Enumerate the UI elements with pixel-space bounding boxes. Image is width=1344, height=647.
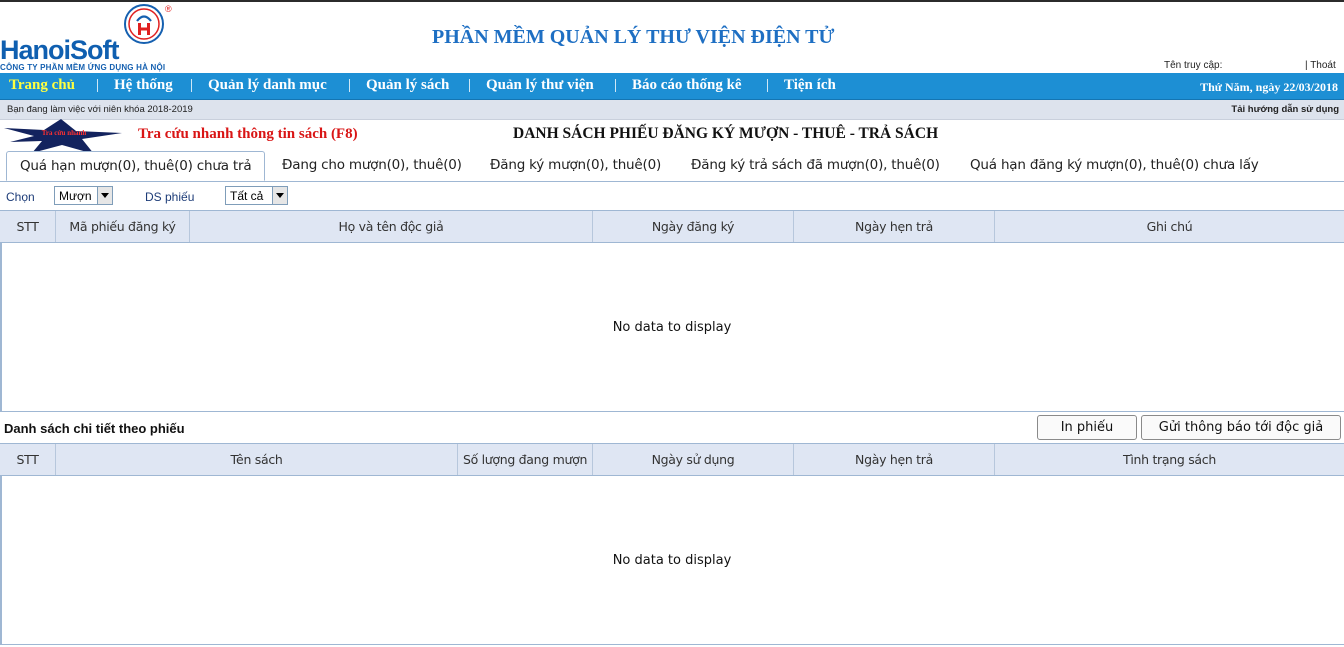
current-date: Thứ Năm, ngày 22/03/2018 <box>1200 80 1338 94</box>
detail-grid-header: STT Tên sách Số lượng đang mượn Ngày sử … <box>0 444 1344 476</box>
ds-label: DS phiếu <box>145 190 195 204</box>
tab-return-registered[interactable]: Đăng ký trả sách đã mượn(0), thuê(0) <box>691 151 940 180</box>
company-subtitle: CÔNG TY PHẦN MỀM ỨNG DỤNG HÀ NỘI <box>0 63 166 72</box>
empty-message: No data to display <box>612 320 732 335</box>
ds-dropdown-value: Tất cả <box>230 189 264 203</box>
menu-separator: | <box>190 77 194 93</box>
choose-dropdown-value: Mượn <box>59 189 92 203</box>
logout-link[interactable]: | Thoát <box>1305 60 1336 71</box>
quick-search-link[interactable]: Tra cứu nhanh thông tin sách (F8) <box>138 126 358 143</box>
ds-dropdown[interactable]: Tất cả <box>225 186 288 205</box>
registered-mark: ® <box>165 4 172 14</box>
main-menubar: Trang chủ | Hệ thống | Quản lý danh mục … <box>0 73 1344 100</box>
page-title: DANH SÁCH PHIẾU ĐĂNG KÝ MƯỢN - THUÊ - TR… <box>513 125 939 142</box>
col-ticket-code[interactable]: Mã phiếu đăng ký <box>56 211 190 242</box>
col-stt[interactable]: STT <box>0 211 56 242</box>
col-due-date[interactable]: Ngày hẹn trả <box>794 211 995 242</box>
empty-message: No data to display <box>612 553 732 568</box>
col-stt[interactable]: STT <box>0 444 56 475</box>
menu-separator: | <box>468 77 472 93</box>
col-notes[interactable]: Ghi chú <box>995 211 1344 242</box>
info-bar: Bạn đang làm việc với niên khóa 2018-201… <box>0 100 1344 120</box>
choose-label: Chọn <box>6 190 35 204</box>
tab-overdue-not-picked[interactable]: Quá hạn đăng ký mượn(0), thuê(0) chưa lấ… <box>970 151 1259 180</box>
tab-strip: Quá hạn mượn(0), thuê(0) chưa trả Đang c… <box>0 151 1344 182</box>
menu-separator: | <box>96 77 100 93</box>
logo-emblem-icon <box>124 4 164 44</box>
tab-lending[interactable]: Đang cho mượn(0), thuê(0) <box>282 151 462 180</box>
tab-overdue[interactable]: Quá hạn mượn(0), thuê(0) chưa trả <box>6 151 266 181</box>
choose-dropdown[interactable]: Mượn <box>54 186 113 205</box>
menu-item-system[interactable]: Hệ thống <box>114 77 173 94</box>
menu-item-reports[interactable]: Báo cáo thống kê <box>632 77 742 94</box>
menu-item-library[interactable]: Quản lý thư viện <box>486 77 594 94</box>
quick-badge-text: Tra cứu nhanh <box>42 129 87 137</box>
registration-grid: STT Mã phiếu đăng ký Họ và tên độc giả N… <box>0 210 1344 412</box>
quick-search-badge-icon[interactable]: Tra cứu nhanh <box>4 119 124 155</box>
chevron-down-icon[interactable] <box>272 187 287 204</box>
top-border <box>0 0 1344 2</box>
col-due-date[interactable]: Ngày hẹn trả <box>794 444 995 475</box>
menu-item-utilities[interactable]: Tiện ích <box>784 77 836 94</box>
detail-grid: STT Tên sách Số lượng đang mượn Ngày sử … <box>0 443 1344 645</box>
app-title: PHẦN MỀM QUẢN LÝ THƯ VIỆN ĐIỆN TỬ <box>432 26 835 48</box>
access-label: Tên truy cập: <box>1164 60 1223 71</box>
download-guide-link[interactable]: Tải hướng dẫn sử dụng <box>1231 104 1339 115</box>
registration-grid-header: STT Mã phiếu đăng ký Họ và tên độc giả N… <box>0 211 1344 243</box>
col-borrow-quantity[interactable]: Số lượng đang mượn <box>458 444 593 475</box>
menu-separator: | <box>766 77 770 93</box>
chevron-down-icon[interactable] <box>97 187 112 204</box>
hanoisoft-logo[interactable]: ® HanoiSoft CÔNG TY PHẦN MỀM ỨNG DỤNG HÀ… <box>0 4 180 72</box>
col-use-date[interactable]: Ngày sử dụng <box>593 444 794 475</box>
col-reader-name[interactable]: Họ và tên độc giả <box>190 211 593 242</box>
col-register-date[interactable]: Ngày đăng ký <box>593 211 794 242</box>
menu-item-books[interactable]: Quản lý sách <box>366 77 449 94</box>
logo-wordmark: HanoiSoft <box>0 35 120 65</box>
menu-separator: | <box>348 77 352 93</box>
menu-separator: | <box>614 77 618 93</box>
menu-item-catalog[interactable]: Quản lý danh mục <box>208 77 327 94</box>
notify-reader-button[interactable]: Gửi thông báo tới độc giả <box>1141 415 1341 440</box>
detail-section-title: Danh sách chi tiết theo phiếu <box>4 421 185 436</box>
print-ticket-button[interactable]: In phiếu <box>1037 415 1137 440</box>
col-book-condition[interactable]: Tình trạng sách <box>995 444 1344 475</box>
col-book-title[interactable]: Tên sách <box>56 444 458 475</box>
tab-registered[interactable]: Đăng ký mượn(0), thuê(0) <box>490 151 661 180</box>
menu-item-home[interactable]: Trang chủ <box>9 77 75 94</box>
school-year-text: Bạn đang làm việc với niên khóa 2018-201… <box>7 104 193 115</box>
